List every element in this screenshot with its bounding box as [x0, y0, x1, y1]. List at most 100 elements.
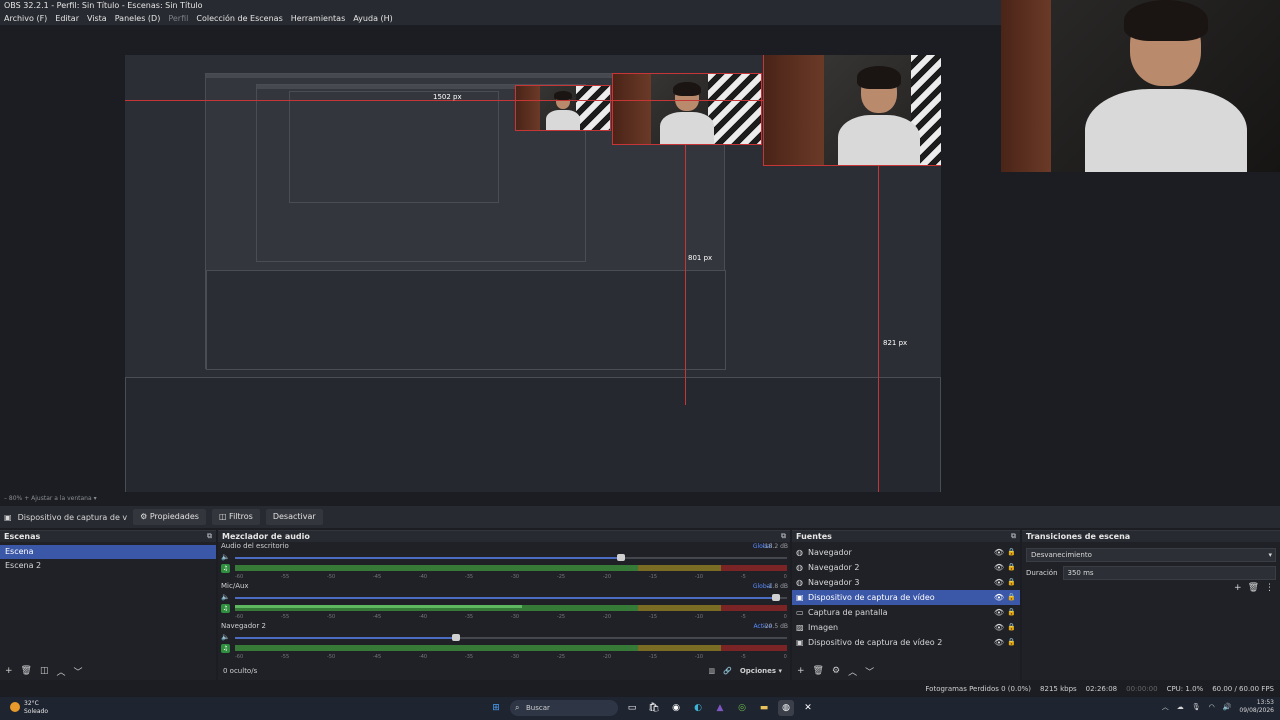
remove-scene-button[interactable]: 🗑 — [21, 666, 32, 676]
speaker-icon[interactable]: 🔈 — [221, 593, 230, 601]
wifi-icon[interactable]: ◠ — [1209, 703, 1215, 711]
chevron-down-icon[interactable]: ▾ — [94, 495, 97, 502]
windows-start-icon[interactable]: ⊞ — [488, 700, 504, 716]
mixer-track-name: Navegador 2 — [221, 622, 266, 630]
eye-icon[interactable]: 👁 — [994, 560, 1004, 575]
clock[interactable]: 13:53 09/08/2026 — [1239, 699, 1274, 715]
app-icon[interactable]: ▲ — [712, 700, 728, 716]
mixer-link-button[interactable]: 🔗 — [723, 667, 732, 675]
meter-tick: -5 — [740, 614, 746, 620]
store-icon[interactable]: 🛍 — [646, 700, 662, 716]
eye-icon[interactable]: 👁 — [994, 575, 1004, 590]
source-properties-button[interactable]: ⚙ — [832, 666, 840, 676]
filters-button[interactable]: ◫ Filtros — [211, 509, 260, 525]
scenes-dock: Escenas ⧉ Escena Escena 2 + 🗑 ◫ ︿ ﹀ — [0, 530, 216, 680]
taskbar-search[interactable]: ⌕ Buscar — [510, 700, 618, 716]
move-up-button[interactable]: ︿ — [57, 665, 66, 678]
preview-canvas[interactable]: 1502 px 801 px 821 px — [125, 55, 941, 515]
menu-editar[interactable]: Editar — [55, 12, 79, 25]
volume-knob[interactable] — [617, 554, 626, 561]
headphones-icon[interactable]: ♫ — [221, 564, 230, 573]
xbox-icon[interactable]: ◎ — [734, 700, 750, 716]
speaker-icon[interactable]: 🔈 — [221, 553, 230, 561]
eye-icon[interactable]: 👁 — [994, 605, 1004, 620]
deactivate-button[interactable]: Desactivar — [265, 509, 323, 525]
mixer-layout-button[interactable]: ▥ — [708, 667, 715, 675]
properties-button[interactable]: ⚙ Propiedades — [133, 509, 206, 525]
eye-icon[interactable]: 👁 — [994, 590, 1004, 605]
source-item[interactable]: ◍ Navegador 👁 🔒 — [792, 545, 1020, 560]
dock-menu-icon[interactable]: ⧉ — [1011, 531, 1016, 542]
dock-menu-icon[interactable]: ⧉ — [207, 531, 212, 542]
mic-icon[interactable]: 🎙 — [1192, 703, 1201, 711]
menu-ayuda[interactable]: Ayuda (H) — [353, 12, 393, 25]
copilot-icon[interactable]: ◉ — [668, 700, 684, 716]
task-view-icon[interactable]: ▭ — [624, 700, 640, 716]
source-item[interactable]: ▨ Imagen 👁 🔒 — [792, 620, 1020, 635]
chevron-up-icon[interactable]: ︿ — [1162, 702, 1169, 712]
zoom-in-button[interactable]: + — [24, 495, 29, 502]
move-down-button[interactable]: ﹀ — [865, 665, 874, 678]
source-item[interactable]: ▣ Dispositivo de captura de vídeo 👁 🔒 — [792, 590, 1020, 605]
lock-icon[interactable]: 🔒 — [1007, 575, 1016, 590]
scene-filters-button[interactable]: ◫ — [40, 666, 49, 676]
folder-icon[interactable]: ▬ — [756, 700, 772, 716]
lock-icon[interactable]: 🔒 — [1007, 620, 1016, 635]
volume-slider[interactable]: 🔈 — [221, 553, 787, 561]
volume-slider[interactable]: 🔈 — [221, 593, 787, 601]
volume-knob[interactable] — [771, 594, 780, 601]
source-item[interactable]: ▭ Captura de pantalla 👁 🔒 — [792, 605, 1020, 620]
zoom-fit-label[interactable]: Ajustar a la ventana — [31, 495, 92, 502]
volume-track[interactable] — [235, 554, 787, 561]
menu-paneles[interactable]: Paneles (D) — [115, 12, 161, 25]
move-up-button[interactable]: ︿ — [848, 665, 857, 678]
menu-coleccion-escenas[interactable]: Colección de Escenas — [196, 12, 282, 25]
capcut-icon[interactable]: ✕ — [800, 700, 816, 716]
more-options-icon[interactable]: ⋮ — [1265, 583, 1274, 593]
speaker-icon[interactable]: 🔈 — [221, 633, 230, 641]
scene-item[interactable]: Escena 2 — [0, 559, 216, 573]
volume-knob[interactable] — [451, 634, 460, 641]
scene-item[interactable]: Escena — [0, 545, 216, 559]
duration-input[interactable]: 350 ms — [1062, 566, 1276, 580]
menu-vista[interactable]: Vista — [87, 12, 107, 25]
globe-icon: ◍ — [796, 548, 803, 557]
add-transition-button[interactable]: + — [1234, 583, 1242, 593]
volume-icon[interactable]: 🔊 — [1223, 703, 1232, 711]
weather-widget[interactable]: 32°C Soleado — [10, 700, 48, 716]
lock-icon[interactable]: 🔒 — [1007, 635, 1016, 650]
lock-icon[interactable]: 🔒 — [1007, 590, 1016, 605]
eye-icon[interactable]: 👁 — [994, 620, 1004, 635]
zoom-out-button[interactable]: – — [4, 495, 7, 502]
headphones-icon[interactable]: ♫ — [221, 604, 230, 613]
volume-track[interactable] — [235, 634, 787, 641]
source-item[interactable]: ◍ Navegador 3 👁 🔒 — [792, 575, 1020, 590]
eye-icon[interactable]: 👁 — [994, 635, 1004, 650]
menu-herramientas[interactable]: Herramientas — [291, 12, 346, 25]
volume-slider[interactable]: 🔈 — [221, 633, 787, 641]
remove-source-button[interactable]: 🗑 — [813, 666, 824, 676]
add-scene-button[interactable]: + — [5, 666, 13, 676]
obs-icon[interactable]: ◍ — [778, 700, 794, 716]
menu-archivo[interactable]: Archivo (F) — [4, 12, 47, 25]
dock-menu-icon[interactable]: ⧉ — [781, 531, 786, 542]
transition-select[interactable]: Desvanecimiento ▾ — [1026, 548, 1276, 562]
source-item[interactable]: ▣ Dispositivo de captura de vídeo 2 👁 🔒 — [792, 635, 1020, 650]
image-icon: ▨ — [796, 623, 804, 632]
move-down-button[interactable]: ﹀ — [74, 665, 83, 678]
remove-transition-button[interactable]: 🗑 — [1248, 583, 1259, 593]
lock-icon[interactable]: 🔒 — [1007, 605, 1016, 620]
transitions-header: Transiciones de escena — [1022, 531, 1280, 542]
meter-tick: -60 — [235, 654, 244, 660]
volume-track[interactable] — [235, 594, 787, 601]
add-source-button[interactable]: + — [797, 666, 805, 676]
source-item[interactable]: ◍ Navegador 2 👁 🔒 — [792, 560, 1020, 575]
cloud-icon[interactable]: ☁ — [1177, 703, 1184, 711]
mixer-options-button[interactable]: Opciones ▾ — [740, 667, 790, 675]
headphones-icon[interactable]: ♫ — [221, 644, 230, 653]
edge-icon[interactable]: ◐ — [690, 700, 706, 716]
eye-icon[interactable]: 👁 — [994, 545, 1004, 560]
lock-icon[interactable]: 🔒 — [1007, 560, 1016, 575]
lock-icon[interactable]: 🔒 — [1007, 545, 1016, 560]
menu-perfil[interactable]: Perfil — [168, 12, 188, 25]
